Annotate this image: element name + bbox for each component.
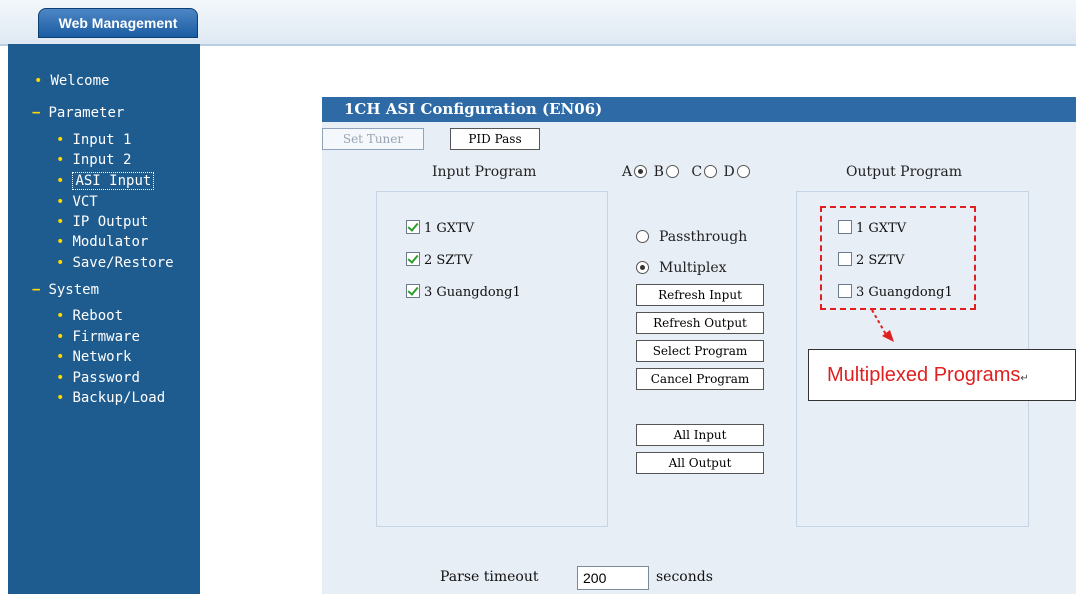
paragraph-mark-icon: ↵: [1020, 373, 1029, 384]
bullet-icon: •: [56, 214, 65, 230]
channel-b-radio[interactable]: [665, 165, 679, 178]
parse-timeout-unit: seconds: [656, 569, 713, 585]
sidebar-item-password[interactable]: • Password: [56, 370, 140, 386]
bullet-icon: •: [56, 370, 65, 386]
bullet-icon: •: [56, 173, 65, 189]
top-bar: Web Management: [0, 0, 1076, 46]
multiplex-option[interactable]: Multiplex: [636, 260, 727, 276]
parse-timeout-label: Parse timeout: [440, 569, 539, 585]
bullet-icon: •: [56, 308, 65, 324]
sidebar-item-ip-output[interactable]: • IP Output: [56, 214, 148, 230]
input-program-item[interactable]: 1 GXTV: [406, 220, 474, 236]
bullet-icon: •: [56, 390, 65, 406]
sidebar-item-vct[interactable]: • VCT: [56, 194, 98, 210]
sidebar-group-system[interactable]: − System: [32, 282, 99, 298]
passthrough-radio[interactable]: [636, 230, 649, 243]
input-program-item[interactable]: 3 Guangdong1: [406, 284, 521, 300]
channel-selector: A B C D: [620, 164, 750, 180]
checkbox-icon[interactable]: [406, 252, 420, 266]
refresh-output-button[interactable]: Refresh Output: [636, 312, 764, 334]
sidebar-group-parameter[interactable]: − Parameter: [32, 105, 124, 121]
panel-title: 1CH ASI Configuration (EN06): [322, 97, 1076, 122]
sidebar-item-input-1[interactable]: • Input 1: [56, 132, 131, 148]
checkbox-icon[interactable]: [406, 220, 420, 234]
all-output-button[interactable]: All Output: [636, 452, 764, 474]
collapse-icon: −: [32, 282, 41, 298]
sidebar-item-network[interactable]: • Network: [56, 349, 131, 365]
channel-a-radio[interactable]: [634, 165, 648, 178]
cancel-program-button[interactable]: Cancel Program: [636, 368, 764, 390]
input-program-box: [376, 191, 608, 527]
sidebar-item-modulator[interactable]: • Modulator: [56, 234, 148, 250]
channel-d-radio[interactable]: [736, 165, 750, 178]
sidebar-item-welcome[interactable]: • Welcome: [34, 73, 109, 89]
pid-pass-button[interactable]: PID Pass: [450, 128, 540, 150]
bullet-icon: •: [56, 349, 65, 365]
bullet-icon: •: [56, 194, 65, 210]
collapse-icon: −: [32, 105, 41, 121]
set-tuner-button[interactable]: Set Tuner: [322, 128, 424, 150]
select-program-button[interactable]: Select Program: [636, 340, 764, 362]
output-program-header: Output Program: [846, 164, 962, 180]
bullet-icon: •: [34, 73, 43, 89]
sidebar-item-reboot[interactable]: • Reboot: [56, 308, 123, 324]
arrow-icon: [871, 309, 894, 342]
bullet-icon: •: [56, 329, 65, 345]
channel-c-radio[interactable]: [704, 165, 718, 178]
parse-timeout-input[interactable]: [577, 566, 649, 590]
passthrough-option[interactable]: Passthrough: [636, 229, 747, 245]
all-input-button[interactable]: All Input: [636, 424, 764, 446]
bullet-icon: •: [56, 132, 65, 148]
highlight-outline: [820, 206, 976, 310]
brand-tab[interactable]: Web Management: [38, 8, 198, 38]
input-program-item[interactable]: 2 SZTV: [406, 252, 472, 268]
sidebar: • Welcome − Parameter • Input 1 • Input 2 • A…: [8, 44, 200, 594]
sidebar-item-firmware[interactable]: • Firmware: [56, 329, 140, 345]
sidebar-item-input-2[interactable]: • Input 2: [56, 152, 131, 168]
refresh-input-button[interactable]: Refresh Input: [636, 284, 764, 306]
bullet-icon: •: [56, 152, 65, 168]
sidebar-item-backup-load[interactable]: • Backup/Load: [56, 390, 165, 406]
sidebar-item-save-restore[interactable]: • Save/Restore: [56, 255, 174, 271]
bullet-icon: •: [56, 255, 65, 271]
bullet-icon: •: [56, 234, 65, 250]
annotation-callout: Multiplexed Programs↵: [808, 349, 1076, 401]
checkbox-icon[interactable]: [406, 284, 420, 298]
sidebar-item-asi-input[interactable]: • ASI Input: [56, 172, 155, 190]
input-program-header: Input Program: [432, 164, 537, 180]
multiplex-radio[interactable]: [636, 261, 649, 274]
